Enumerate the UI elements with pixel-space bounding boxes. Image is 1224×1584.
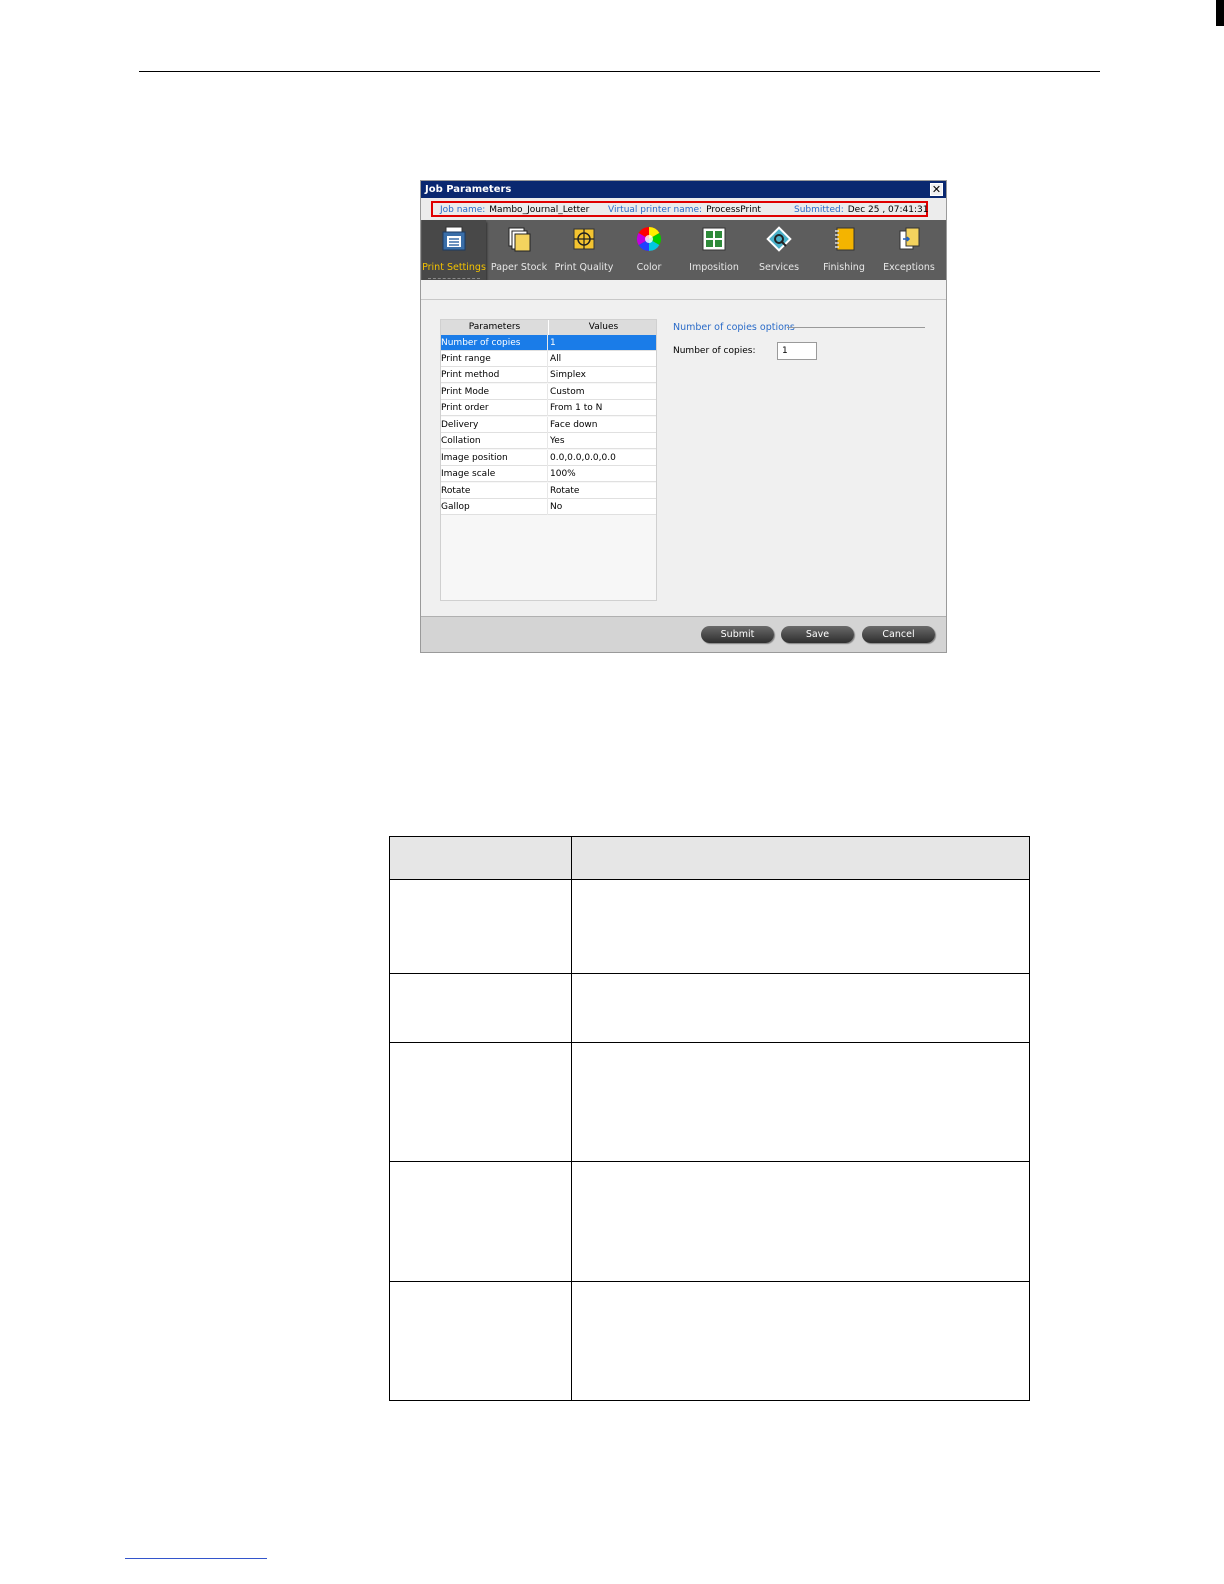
page-edge-tab (1216, 0, 1224, 26)
table-row[interactable]: Collation Yes (441, 433, 656, 449)
submitted-value: Dec 25 , 07:41:31 (847, 205, 929, 215)
content-divider (421, 299, 946, 300)
tab-label: Paper Stock (490, 262, 548, 273)
printer-value: ProcessPrint (706, 205, 761, 215)
table-row-divider (390, 1042, 1029, 1043)
param-name: Number of copies (441, 335, 548, 351)
table-row[interactable]: Image position 0.0,0.0,0.0,0.0 (441, 450, 656, 466)
param-name: Delivery (441, 417, 548, 433)
color-wheel-icon (636, 227, 662, 251)
dialog-title: Job Parameters (425, 184, 512, 195)
param-name: Print Mode (441, 384, 548, 400)
tab-label: Print Quality (554, 262, 614, 273)
param-name: Print order (441, 400, 548, 416)
param-name: Print method (441, 367, 548, 383)
tab-label: Finishing (823, 262, 865, 273)
table-row[interactable]: Image scale 100% (441, 466, 656, 482)
param-value: Rotate (550, 486, 580, 496)
param-name: Collation (441, 433, 548, 449)
param-value: From 1 to N (550, 403, 603, 413)
finishing-icon (835, 227, 855, 251)
column-header-parameters[interactable]: Parameters (441, 320, 549, 335)
param-value: 100% (550, 469, 576, 479)
tab-paper-stock[interactable]: Paper Stock (487, 220, 551, 280)
table-row[interactable]: Print range All (441, 351, 656, 367)
copies-options-title: Number of copies options (673, 322, 795, 333)
close-icon[interactable]: ✕ (930, 183, 943, 196)
param-name: Image position (441, 450, 548, 466)
footer-link-underline[interactable] (125, 1558, 267, 1559)
param-value: Face down (550, 420, 598, 430)
tab-label: Exceptions (883, 262, 935, 273)
copies-input[interactable]: 1 (777, 342, 817, 360)
description-table-header (390, 837, 1029, 880)
tab-label: Imposition (689, 262, 739, 273)
tab-label: Services (758, 262, 800, 273)
printer-info: Virtual printer name: ProcessPrint (608, 205, 761, 215)
tab-exceptions[interactable]: Exceptions (877, 220, 941, 280)
table-row-divider (390, 973, 1029, 974)
tab-label: Color (636, 262, 662, 273)
table-row[interactable]: Print Mode Custom (441, 384, 656, 400)
param-value: No (550, 502, 563, 512)
active-tab-underline (428, 278, 480, 279)
param-name: Gallop (441, 499, 548, 515)
services-icon (766, 226, 792, 252)
printer-label: Virtual printer name: (608, 205, 703, 215)
job-info-bar: Job name: Mambo_Journal_Letter Virtual pr… (421, 198, 946, 220)
tab-label: Print Settings (422, 262, 486, 273)
copies-field-label: Number of copies: (673, 346, 756, 356)
table-row[interactable]: Print method Simplex (441, 367, 656, 383)
column-header-values[interactable]: Values (549, 320, 658, 335)
cancel-button[interactable]: Cancel (862, 626, 935, 643)
parameters-table: Parameters Values Number of copies 1 Pri… (440, 319, 657, 601)
tab-services[interactable]: Services (747, 220, 811, 280)
paper-stock-icon (508, 227, 531, 252)
job-name-value: Mambo_Journal_Letter (489, 205, 590, 215)
table-row[interactable]: Rotate Rotate (441, 483, 656, 499)
header-rule (139, 71, 1100, 72)
imposition-icon (702, 227, 726, 251)
param-value: Yes (550, 436, 565, 446)
param-value: Simplex (550, 370, 586, 380)
submitted-info: Submitted: Dec 25 , 07:41:31 (794, 205, 928, 215)
job-parameters-dialog: Job Parameters ✕ Job name: Mambo_Journal_… (420, 180, 947, 653)
dialog-titlebar: Job Parameters ✕ (421, 181, 946, 198)
job-name-label: Job name: (440, 205, 486, 215)
param-name: Rotate (441, 483, 548, 499)
tab-imposition[interactable]: Imposition (682, 220, 746, 280)
param-value: 0.0,0.0,0.0,0.0 (550, 453, 616, 463)
job-name-info: Job name: Mambo_Journal_Letter (440, 205, 589, 215)
param-value: 1 (550, 338, 556, 348)
tab-print-quality[interactable]: Print Quality (552, 220, 616, 280)
copies-options-divider (787, 327, 925, 328)
table-row-divider (390, 1161, 1029, 1162)
table-row-divider (390, 1281, 1029, 1282)
param-value: All (550, 354, 562, 364)
category-toolbar: Print Settings Paper Stock Print Quality (421, 220, 946, 290)
description-table (389, 836, 1030, 1401)
table-row[interactable]: Number of copies 1 (441, 335, 656, 351)
param-name: Image scale (441, 466, 548, 482)
table-row[interactable]: Delivery Face down (441, 417, 656, 433)
tab-finishing[interactable]: Finishing (812, 220, 876, 280)
exceptions-icon (899, 227, 920, 250)
print-quality-icon (573, 228, 595, 250)
print-settings-icon (442, 226, 466, 251)
dialog-button-bar: Submit Save Cancel (421, 616, 946, 652)
save-button[interactable]: Save (781, 626, 854, 643)
table-row[interactable]: Print order From 1 to N (441, 400, 656, 416)
parameters-table-header: Parameters Values (441, 320, 656, 336)
param-name: Print range (441, 351, 548, 367)
table-column-divider (571, 837, 572, 1400)
param-value: Custom (550, 387, 585, 397)
tab-color[interactable]: Color (617, 220, 681, 280)
submit-button[interactable]: Submit (701, 626, 774, 643)
table-row[interactable]: Gallop No (441, 499, 656, 515)
submitted-label: Submitted: (794, 205, 844, 215)
